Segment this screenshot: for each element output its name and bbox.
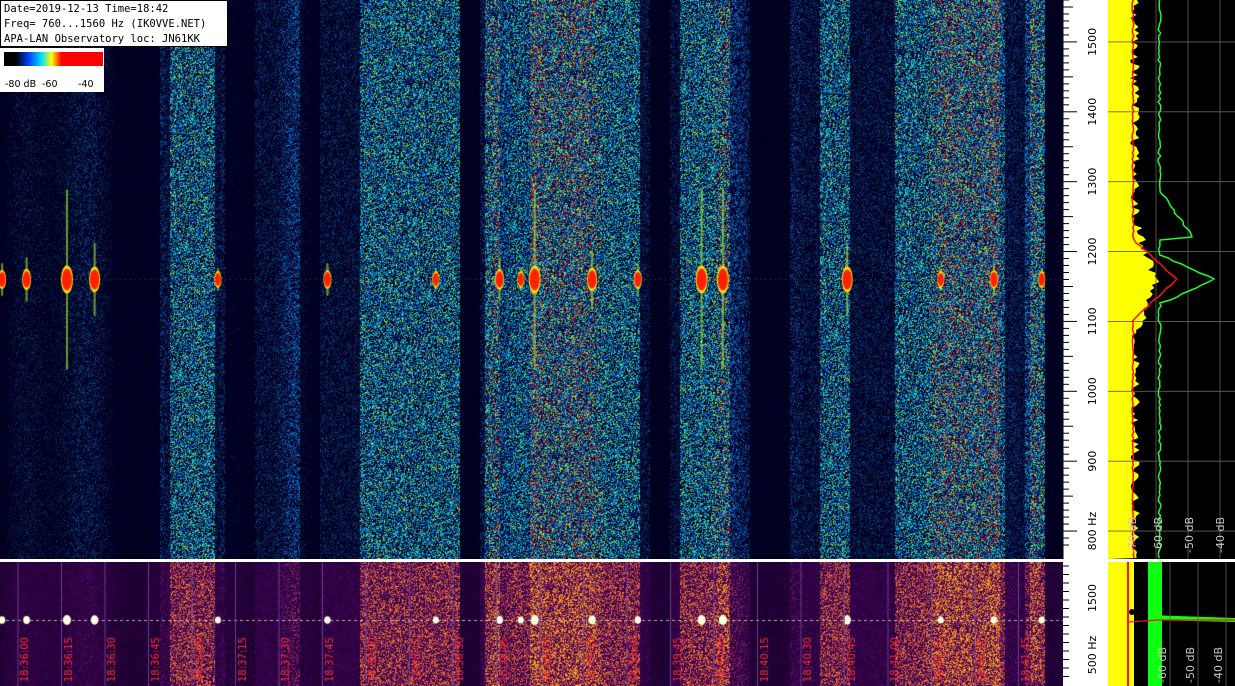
frequency-tick-label: 900 (1086, 451, 1099, 472)
frequency-tick-label: 1000 (1086, 377, 1099, 405)
spectrum-db-label: -50 dB (1183, 517, 1196, 553)
frequency-range-label: Freq= 760...1560 Hz (IK0VVE.NET) (4, 18, 207, 30)
frequency-tick-label: 1200 (1086, 238, 1099, 266)
frequency-tick-label: 1100 (1086, 307, 1099, 335)
frequency-scale: 1500 1400 1300 1200 1100 1000 900 800 Hz 1500 500… (1063, 0, 1108, 686)
info-box: Date=2019-12-13 Time=18:42 Freq= 760...1… (0, 0, 228, 47)
lower-spectrum-db-label: -40 dB (1212, 647, 1225, 683)
lower-spectrum-db-label: -50 dB (1184, 647, 1197, 683)
legend-label-max: -40 (78, 79, 94, 90)
observatory-label: APA-LAN Observatory loc: JN61KK (4, 33, 200, 45)
waterfall-spectrogram (0, 0, 1063, 559)
frequency-tick-label: 1500 (1086, 28, 1099, 56)
spectrum-db-label: -40 dB (1214, 517, 1227, 553)
legend-label-min: -80 dB (5, 79, 37, 90)
spectrum-panel: -70 dB -60 dB -50 dB -40 dB -60 dB -50 dB -40 … (1108, 0, 1235, 686)
frequency-tick-label: 1300 (1086, 168, 1099, 196)
lower-waterfall (0, 562, 1063, 686)
color-scale-legend: -80 dB -60 -40 (0, 48, 104, 92)
date-time-label: Date=2019-12-13 Time=18:42 (4, 3, 169, 15)
legend-label-mid: -60 (42, 79, 58, 90)
lower-frequency-tick-label: 500 Hz (1086, 636, 1099, 675)
color-scale-bar (4, 52, 103, 66)
frequency-tick-label: 1400 (1086, 98, 1099, 126)
spectrum-db-label: -60 dB (1152, 517, 1165, 553)
lower-spectrum-db-label: -60 dB (1156, 647, 1169, 683)
frequency-tick-label: 800 Hz (1086, 512, 1099, 551)
lower-frequency-tick-label: 1500 (1086, 584, 1099, 612)
spectrum-db-label: -70 dB (1126, 517, 1139, 553)
